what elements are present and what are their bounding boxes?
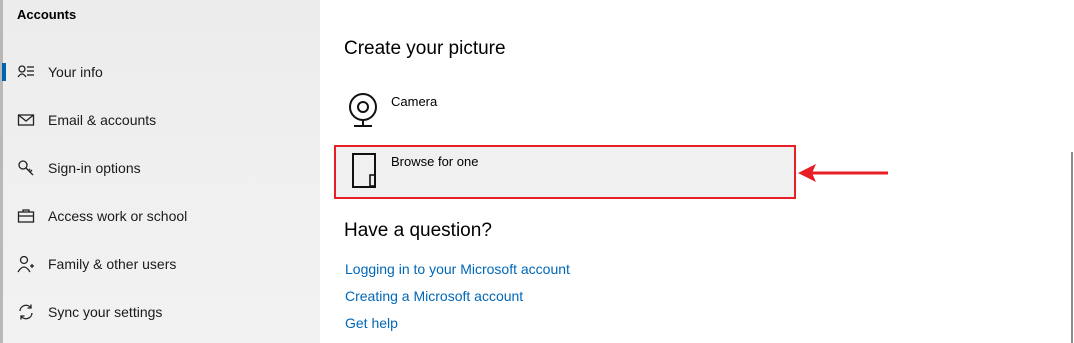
- sidebar-item-label: Your info: [48, 64, 103, 80]
- have-a-question-heading: Have a question?: [344, 220, 492, 241]
- briefcase-icon: [17, 207, 35, 225]
- camera-icon: [346, 92, 380, 133]
- sidebar-item-label: Family & other users: [48, 256, 177, 272]
- sidebar-item-your-info[interactable]: Your info: [0, 52, 320, 92]
- key-icon: [17, 159, 35, 177]
- sidebar-item-label: Access work or school: [48, 208, 188, 224]
- annotation-arrow-icon: [798, 164, 888, 182]
- sidebar-item-family-other-users[interactable]: Family & other users: [0, 244, 320, 284]
- mail-icon: [17, 111, 35, 129]
- sync-icon: [17, 303, 35, 321]
- person-add-icon: [17, 255, 35, 273]
- selection-indicator: [2, 63, 6, 81]
- sidebar-item-sign-in-options[interactable]: Sign-in options: [0, 148, 320, 188]
- sidebar-item-label: Sync your settings: [48, 304, 163, 320]
- sidebar-item-access-work-school[interactable]: Access work or school: [0, 196, 320, 236]
- sidebar-title: Accounts: [17, 7, 77, 22]
- camera-option[interactable]: Camera: [336, 88, 794, 130]
- annotation-highlight-box: [334, 145, 796, 199]
- create-picture-heading: Create your picture: [344, 38, 506, 59]
- link-creating-account[interactable]: Creating a Microsoft account: [345, 288, 523, 304]
- sidebar-item-label: Sign-in options: [48, 160, 141, 176]
- link-logging-in[interactable]: Logging in to your Microsoft account: [345, 261, 570, 277]
- sidebar: Accounts Your info Email & accounts Sign…: [0, 0, 320, 343]
- camera-option-label: Camera: [391, 94, 438, 109]
- sidebar-item-label: Email & accounts: [48, 112, 157, 128]
- link-get-help[interactable]: Get help: [345, 315, 398, 331]
- sidebar-item-email-accounts[interactable]: Email & accounts: [0, 100, 320, 140]
- scrollbar[interactable]: [1071, 152, 1073, 343]
- sidebar-item-sync-settings[interactable]: Sync your settings: [0, 292, 320, 332]
- person-list-icon: [17, 63, 35, 81]
